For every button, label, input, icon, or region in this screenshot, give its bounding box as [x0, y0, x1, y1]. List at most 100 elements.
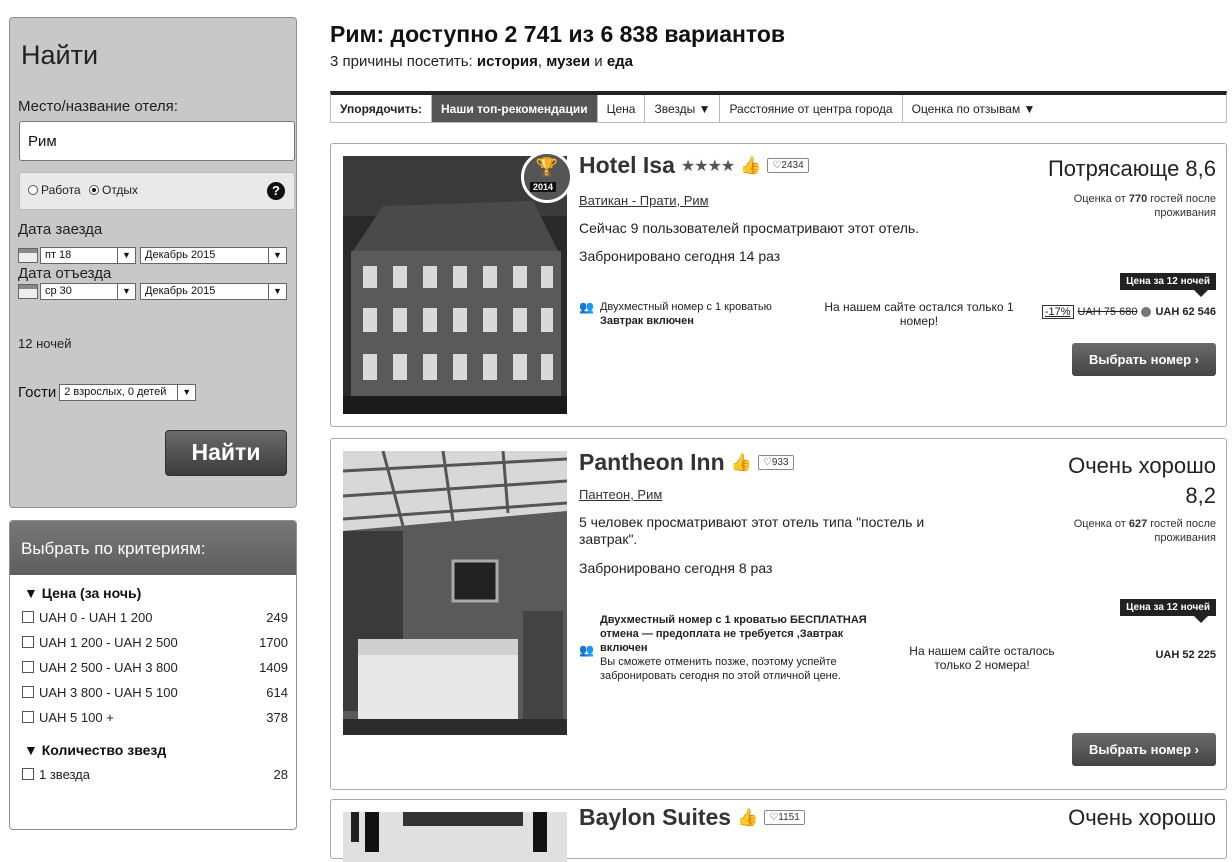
thumbs-up-icon: 👍	[740, 155, 762, 175]
filter-title: Выбрать по критериям:	[10, 521, 296, 575]
room-info: 👥 Двухместный номер с 1 кроватью Завтрак…	[579, 300, 772, 327]
hotel-location-link[interactable]: Пантеон, Рим	[579, 487, 662, 502]
hotel-name[interactable]: Hotel Isa	[579, 152, 675, 179]
checkbox-icon[interactable]	[22, 611, 34, 623]
info-icon[interactable]	[1141, 307, 1152, 317]
checkbox-icon[interactable]	[22, 661, 34, 673]
select-room-button[interactable]: Выбрать номер ›	[1072, 733, 1216, 766]
award-badge-icon: 🏆 2014	[521, 151, 573, 203]
hotel-photo-image	[343, 812, 567, 862]
rating-text: Очень хорошо 8,2	[1068, 453, 1216, 508]
likes-badge[interactable]: ♡1151	[764, 810, 805, 825]
calendar-icon[interactable]	[18, 248, 38, 263]
filter-row[interactable]: UAH 5 100 + 378	[10, 705, 296, 730]
people-icon: 👥	[579, 300, 594, 314]
sort-stars[interactable]: Звезды ▼	[645, 95, 721, 122]
price-period-tag: Цена за 12 ночей	[1120, 599, 1216, 623]
checkin-row: пт 18 ▼ Декабрь 2015 ▼	[18, 247, 287, 264]
checkout-label: Дата отъезда	[18, 265, 112, 282]
page-subtitle: 3 причины посетить: история, музеи и еда	[330, 53, 634, 70]
filter-row[interactable]: UAH 3 800 - UAH 5 100 614	[10, 680, 296, 705]
filter-row[interactable]: UAH 2 500 - UAH 3 800 1409	[10, 655, 296, 680]
availability-text: На нашем сайте остался только 1 номер!	[824, 300, 1014, 328]
sort-review-score[interactable]: Оценка по отзывам ▼	[903, 95, 1045, 122]
current-price: UAH 62 546	[1155, 306, 1216, 318]
room-info: 👥 Двухместный номер с 1 кроватью БЕСПЛАТ…	[579, 614, 867, 682]
guests-label: Гости	[18, 384, 57, 401]
filter-row[interactable]: 1 звезда 28	[10, 762, 296, 787]
guests-select[interactable]: 2 взрослых, 0 детей ▼	[59, 384, 197, 401]
sort-price[interactable]: Цена	[598, 95, 646, 122]
price-filter-title[interactable]: ▼ Цена (за ночь)	[10, 585, 296, 601]
hotel-location-link[interactable]: Ватикан - Прати, Рим	[579, 193, 709, 208]
purpose-work-radio[interactable]: Работа	[28, 183, 81, 197]
checkin-month-select[interactable]: Декабрь 2015 ▼	[140, 247, 287, 264]
search-button[interactable]: Найти	[165, 430, 287, 476]
sort-top-picks[interactable]: Наши топ-рекомендации	[432, 95, 598, 122]
old-price: UAH 75 680	[1077, 306, 1138, 318]
checkout-day-select[interactable]: ср 30 ▼	[40, 283, 136, 300]
chevron-down-icon: ▼	[177, 385, 196, 400]
chevron-down-icon: ▼	[268, 248, 286, 263]
chevron-down-icon: ▼	[117, 284, 135, 299]
hotel-card: Pantheon Inn 👍 ♡933 Пантеон, Рим 5 челов…	[330, 438, 1227, 790]
filter-panel: Выбрать по критериям: ▼ Цена (за ночь) U…	[9, 520, 297, 830]
filter-row[interactable]: UAH 0 - UAH 1 200 249	[10, 605, 296, 630]
hotel-card: 🏆 2014 Hotel Isa ★★★★ 👍 ♡2434 Ватикан - …	[330, 143, 1227, 427]
star-rating-icon: ★★★★	[680, 157, 735, 175]
thumbs-up-icon: 👍	[730, 452, 752, 472]
sort-label: Упорядочить:	[331, 95, 433, 122]
page-title: Рим: доступно 2 741 из 6 838 вариантов	[330, 21, 786, 47]
stars-filter-title[interactable]: ▼ Количество звезд	[10, 742, 296, 758]
checkbox-icon[interactable]	[22, 711, 34, 723]
price-period-tag: Цена за 12 ночей	[1120, 273, 1216, 297]
destination-input[interactable]	[19, 121, 295, 161]
checkbox-icon[interactable]	[22, 636, 34, 648]
discount-badge: -17%	[1041, 305, 1074, 319]
guests-row: Гости 2 взрослых, 0 детей ▼	[18, 384, 197, 401]
checkin-day-select[interactable]: пт 18 ▼	[40, 247, 136, 264]
search-panel: Найти Место/название отеля: Работа Отдых…	[9, 17, 297, 508]
checkin-label: Дата заезда	[18, 221, 103, 238]
hotel-name-row: Baylon Suites 👍 ♡1151	[579, 804, 805, 831]
sort-bar: Упорядочить: Наши топ-рекомендации Цена …	[330, 91, 1227, 123]
hotel-name-row: Pantheon Inn 👍 ♡933	[579, 449, 794, 476]
likes-badge[interactable]: ♡933	[757, 455, 794, 470]
travel-purpose: Работа Отдых ?	[19, 172, 295, 210]
checkbox-icon[interactable]	[22, 686, 34, 698]
hotel-name[interactable]: Pantheon Inn	[579, 449, 725, 476]
price-line: -17% UAH 75 680 UAH 62 546	[1041, 305, 1216, 319]
chevron-down-icon: ▼	[117, 248, 135, 263]
hotel-photo[interactable]	[343, 451, 567, 735]
checkout-month-select[interactable]: Декабрь 2015 ▼	[140, 283, 287, 300]
availability-text: На нашем сайте осталось только 2 номера!	[909, 644, 1055, 672]
sort-distance[interactable]: Расстояние от центра города	[720, 95, 903, 122]
radio-icon	[28, 185, 38, 195]
likes-badge[interactable]: ♡2434	[767, 158, 809, 173]
booked-text: Забронировано сегодня 14 раз	[579, 248, 781, 264]
people-icon: 👥	[579, 643, 594, 657]
calendar-icon[interactable]	[18, 284, 38, 299]
checkbox-icon[interactable]	[22, 768, 34, 780]
hotel-name[interactable]: Baylon Suites	[579, 804, 731, 831]
booked-text: Забронировано сегодня 8 раз	[579, 560, 773, 576]
select-room-button[interactable]: Выбрать номер ›	[1072, 343, 1216, 376]
radio-selected-icon	[89, 185, 99, 195]
hotel-name-row: Hotel Isa ★★★★ 👍 ♡2434	[579, 152, 809, 179]
checkout-row: ср 30 ▼ Декабрь 2015 ▼	[18, 283, 287, 300]
current-price: UAH 52 225	[1155, 649, 1216, 661]
viewers-text: 5 человек просматривают этот отель типа …	[579, 514, 925, 547]
filter-row[interactable]: UAH 1 200 - UAH 2 500 1700	[10, 630, 296, 655]
viewers-text: Сейчас 9 пользователей просматривают это…	[579, 220, 920, 236]
rating-note: Оценка от 770 гостей после проживания	[1073, 193, 1216, 219]
hotel-card: Baylon Suites 👍 ♡1151 Очень хорошо	[330, 799, 1227, 862]
thumbs-up-icon: 👍	[737, 807, 759, 827]
chevron-down-icon: ▼	[268, 284, 286, 299]
rating-text: Очень хорошо	[1068, 805, 1216, 830]
hotel-photo-image	[343, 451, 567, 735]
search-title: Найти	[21, 40, 99, 70]
help-icon[interactable]: ?	[267, 182, 285, 200]
purpose-leisure-radio[interactable]: Отдых	[89, 183, 138, 197]
rating-note: Оценка от 627 гостей после проживания	[1073, 518, 1216, 544]
hotel-photo[interactable]	[343, 812, 567, 862]
